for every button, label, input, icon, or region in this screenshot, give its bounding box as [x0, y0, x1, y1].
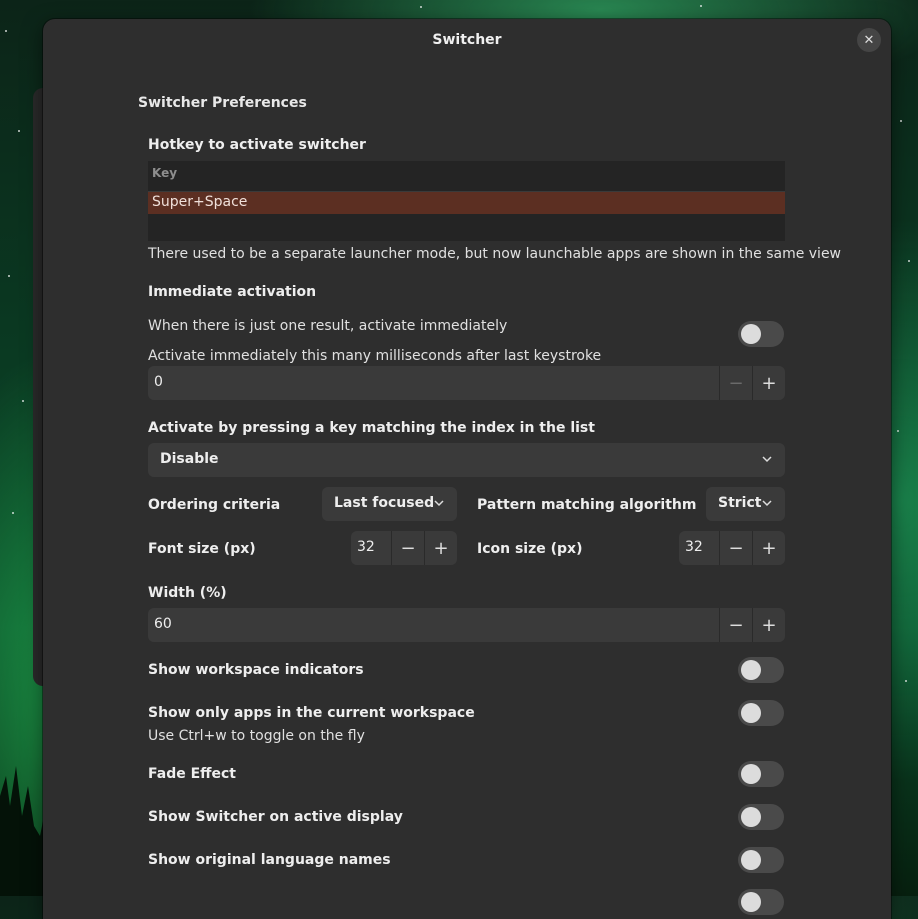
close-button[interactable]: ✕ — [857, 28, 881, 52]
chevron-down-icon — [433, 495, 445, 511]
ordering-selected: Last focused — [334, 495, 435, 511]
plus-icon: + — [761, 372, 777, 394]
icon-size-decrement-button[interactable]: − — [719, 531, 752, 565]
matching-dropdown[interactable]: Strict — [706, 487, 785, 521]
key-column-header: Key — [152, 166, 178, 180]
icon-size-label: Icon size (px) — [477, 541, 583, 557]
delay-increment-button[interactable]: + — [752, 366, 785, 400]
font-size-spinbutton[interactable]: 32 − + — [351, 531, 457, 565]
toggle-knob — [741, 703, 761, 723]
active-display-toggle[interactable] — [738, 804, 784, 830]
index-key-selected: Disable — [160, 451, 219, 467]
hotkey-row[interactable]: Super+Space — [148, 192, 785, 214]
width-label: Width (%) — [148, 585, 227, 601]
icon-size-spinbutton[interactable]: 32 − + — [679, 531, 785, 565]
window-title: Switcher — [432, 32, 502, 48]
delay-text: Activate immediately this many milliseco… — [148, 348, 602, 364]
switcher-preferences-window: Switcher ✕ Switcher Preferences Hotkey t… — [43, 19, 891, 919]
one-result-text: When there is just one result, activate … — [148, 318, 508, 334]
minus-icon: − — [728, 372, 744, 394]
ordering-dropdown[interactable]: Last focused — [322, 487, 457, 521]
plus-icon: + — [433, 537, 449, 559]
fade-effect-label: Fade Effect — [148, 766, 236, 782]
delay-value: 0 — [154, 374, 163, 390]
icon-size-value: 32 — [685, 539, 703, 555]
immediate-activation-label: Immediate activation — [148, 284, 317, 300]
active-display-label: Show Switcher on active display — [148, 809, 403, 825]
current-workspace-label: Show only apps in the current workspace — [148, 705, 475, 721]
partial-toggle[interactable] — [738, 889, 784, 915]
matching-label: Pattern matching algorithm — [477, 497, 697, 513]
font-size-label: Font size (px) — [148, 541, 256, 557]
minus-icon: − — [728, 614, 744, 636]
toggle-knob — [741, 660, 761, 680]
hotkey-label: Hotkey to activate switcher — [148, 137, 366, 153]
toggle-knob — [741, 324, 761, 344]
minus-icon: − — [400, 537, 416, 559]
section-title: Switcher Preferences — [138, 95, 307, 111]
font-size-decrement-button[interactable]: − — [391, 531, 424, 565]
close-icon: ✕ — [863, 32, 875, 48]
toggle-knob — [741, 807, 761, 827]
plus-icon: + — [761, 537, 777, 559]
delay-spinbutton[interactable]: 0 − + — [148, 366, 785, 400]
font-size-value: 32 — [357, 539, 375, 555]
hotkey-value: Super+Space — [152, 194, 248, 210]
chevron-down-icon — [761, 451, 773, 467]
index-key-dropdown[interactable]: Disable — [148, 443, 785, 477]
workspace-indicators-toggle[interactable] — [738, 657, 784, 683]
hotkey-table: Key Super+Space — [148, 161, 785, 241]
width-decrement-button[interactable]: − — [719, 608, 752, 642]
index-key-label: Activate by pressing a key matching the … — [148, 420, 595, 436]
current-workspace-toggle[interactable] — [738, 700, 784, 726]
font-size-increment-button[interactable]: + — [424, 531, 457, 565]
one-result-toggle[interactable] — [738, 321, 784, 347]
chevron-down-icon — [761, 495, 773, 511]
matching-selected: Strict — [718, 495, 762, 511]
toggle-knob — [741, 850, 761, 870]
current-workspace-subtext: Use Ctrl+w to toggle on the fly — [148, 728, 365, 744]
icon-size-increment-button[interactable]: + — [752, 531, 785, 565]
delay-decrement-button[interactable]: − — [719, 366, 752, 400]
language-names-toggle[interactable] — [738, 847, 784, 873]
workspace-indicators-label: Show workspace indicators — [148, 662, 364, 678]
fade-effect-toggle[interactable] — [738, 761, 784, 787]
plus-icon: + — [761, 614, 777, 636]
language-names-label: Show original language names — [148, 852, 391, 868]
toggle-knob — [741, 764, 761, 784]
minus-icon: − — [728, 537, 744, 559]
hotkey-note: There used to be a separate launcher mod… — [148, 246, 842, 262]
width-increment-button[interactable]: + — [752, 608, 785, 642]
toggle-knob — [741, 892, 761, 912]
width-spinbutton[interactable]: 60 − + — [148, 608, 785, 642]
width-value: 60 — [154, 616, 172, 632]
ordering-label: Ordering criteria — [148, 497, 281, 513]
